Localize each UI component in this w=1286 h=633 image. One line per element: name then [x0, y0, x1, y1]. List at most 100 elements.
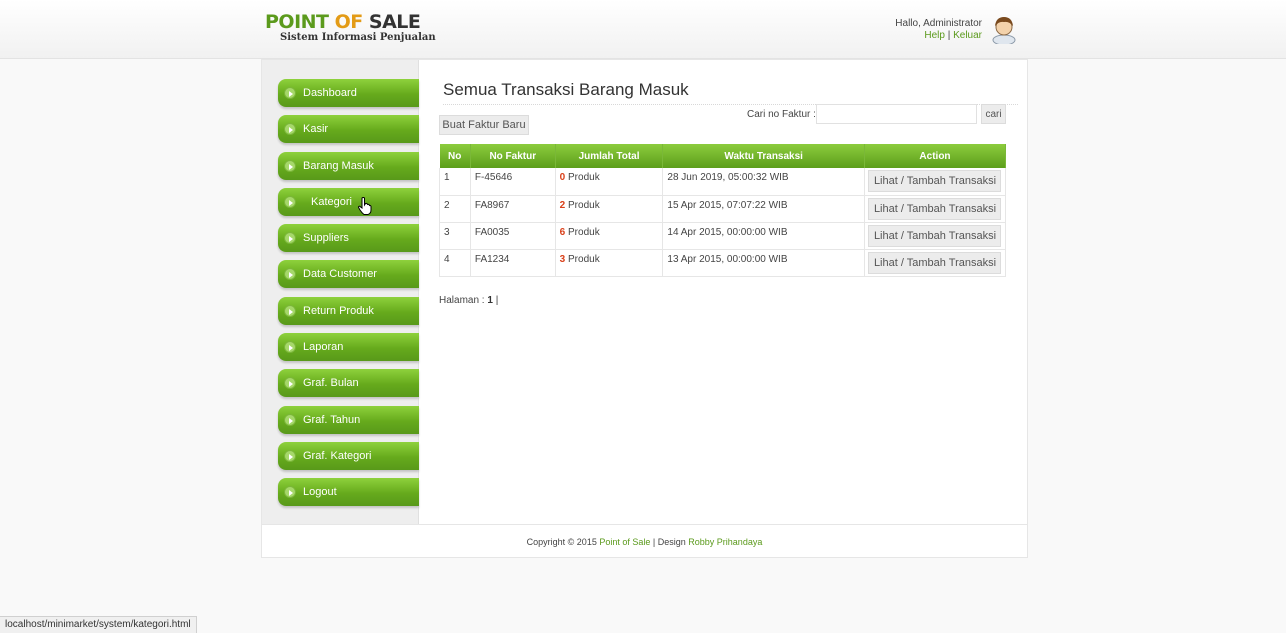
- cell-action: Lihat / Tambah Transaksi: [864, 222, 1007, 250]
- arrow-circle-icon: [284, 449, 296, 462]
- qty-value: 6: [559, 226, 566, 238]
- hand-cursor-icon: [358, 196, 372, 215]
- table-row: 4 FA1234 3 Produk 13 Apr 2015, 00:00:00 …: [439, 249, 1007, 277]
- footer-app-link[interactable]: Point of Sale: [599, 537, 650, 547]
- sidebar-item-label: Logout: [303, 486, 337, 499]
- sidebar-item-graf-bulan[interactable]: Graf. Bulan: [278, 369, 419, 398]
- logout-link[interactable]: Keluar: [953, 30, 982, 41]
- logo-subtitle: Sistem Informasi Penjualan: [280, 32, 436, 43]
- cell-action: Lihat / Tambah Transaksi: [864, 195, 1007, 223]
- sidebar-item-label: Dashboard: [303, 87, 357, 99]
- cell-action: Lihat / Tambah Transaksi: [864, 168, 1007, 196]
- help-link[interactable]: Help: [924, 30, 945, 41]
- user-avatar-icon: [992, 17, 1016, 44]
- pagination-page-current[interactable]: 1: [487, 295, 493, 306]
- view-add-transaction-button[interactable]: Lihat / Tambah Transaksi: [868, 224, 1002, 247]
- arrow-circle-icon: [284, 268, 296, 281]
- cell-waktu-transaksi: 15 Apr 2015, 07:07:22 WIB: [662, 195, 865, 223]
- view-add-transaction-button[interactable]: Lihat / Tambah Transaksi: [868, 251, 1002, 274]
- cell-waktu-transaksi: 14 Apr 2015, 00:00:00 WIB: [662, 222, 865, 250]
- column-header-action: Action: [864, 144, 1007, 168]
- table-header-row: No No Faktur Jumlah Total Waktu Transaks…: [439, 144, 1007, 168]
- sidebar-item-label: Kasir: [303, 123, 329, 136]
- sidebar-item-data-customer[interactable]: Data Customer: [278, 260, 419, 289]
- column-header-no[interactable]: No: [439, 144, 471, 168]
- new-invoice-button[interactable]: Buat Faktur Baru: [439, 115, 529, 135]
- search-input[interactable]: [816, 104, 977, 124]
- pagination-separator: |: [495, 295, 499, 306]
- cell-no: 4: [439, 249, 471, 277]
- qty-value: 3: [559, 253, 566, 265]
- footer-designer-link[interactable]: Robby Prihandaya: [688, 537, 762, 547]
- view-add-transaction-button[interactable]: Lihat / Tambah Transaksi: [868, 197, 1002, 220]
- table-row: 3 FA0035 6 Produk 14 Apr 2015, 00:00:00 …: [439, 222, 1007, 250]
- sidebar-item-suppliers[interactable]: Suppliers: [278, 224, 419, 253]
- sidebar-item-graf-tahun[interactable]: Graf. Tahun: [278, 405, 419, 434]
- footer-copyright: Copyright © 2015: [526, 537, 597, 547]
- sidebar: Dashboard Kasir Barang Masuk Kategori Su…: [262, 60, 419, 524]
- sidebar-item-label: Barang Masuk: [303, 159, 374, 172]
- cell-no-faktur: FA0035: [470, 222, 556, 250]
- sidebar-item-logout[interactable]: Logout: [278, 478, 419, 507]
- column-header-jumlah-total[interactable]: Jumlah Total: [555, 144, 664, 168]
- cell-action: Lihat / Tambah Transaksi: [864, 249, 1007, 277]
- logo-word-of: OF: [334, 11, 364, 33]
- search-button[interactable]: cari: [981, 104, 1006, 124]
- table-row: 2 FA8967 2 Produk 15 Apr 2015, 07:07:22 …: [439, 195, 1007, 223]
- sidebar-item-label: Graf. Kategori: [303, 449, 372, 462]
- qty-unit: Produk: [568, 226, 600, 238]
- sidebar-item-label: Kategori: [311, 195, 352, 208]
- footer: Copyright © 2015 Point of Sale | Design …: [262, 524, 1027, 558]
- cell-waktu-transaksi: 13 Apr 2015, 00:00:00 WIB: [662, 249, 865, 277]
- table-row: 1 F-45646 0 Produk 28 Jun 2019, 05:00:32…: [439, 168, 1007, 196]
- cell-waktu-transaksi: 28 Jun 2019, 05:00:32 WIB: [662, 168, 865, 196]
- transactions-table: No No Faktur Jumlah Total Waktu Transaks…: [439, 144, 1007, 277]
- qty-value: 2: [559, 199, 566, 211]
- sidebar-item-label: Suppliers: [303, 232, 349, 245]
- logo-word-sale: SALE: [368, 11, 421, 33]
- arrow-circle-icon: [284, 159, 296, 172]
- sidebar-item-dashboard[interactable]: Dashboard: [278, 79, 419, 107]
- arrow-circle-icon: [284, 304, 296, 317]
- column-header-waktu-transaksi[interactable]: Waktu Transaksi: [662, 144, 865, 168]
- sidebar-menu: Dashboard Kasir Barang Masuk Kategori Su…: [278, 79, 419, 515]
- arrow-circle-icon: [284, 232, 296, 245]
- search-label: Cari no Faktur :: [747, 109, 816, 120]
- pagination-label: Halaman :: [439, 295, 485, 306]
- view-add-transaction-button[interactable]: Lihat / Tambah Transaksi: [868, 170, 1002, 192]
- qty-unit: Produk: [568, 253, 600, 265]
- page-title: Semua Transaksi Barang Masuk: [443, 80, 1018, 105]
- qty-unit: Produk: [568, 199, 600, 211]
- sidebar-item-barang-masuk[interactable]: Barang Masuk: [278, 151, 419, 180]
- footer-design-label: | Design: [652, 537, 686, 547]
- link-separator: |: [947, 30, 951, 41]
- sidebar-item-label: Graf. Bulan: [303, 377, 359, 390]
- sidebar-item-graf-kategori[interactable]: Graf. Kategori: [278, 441, 419, 470]
- sidebar-item-return-produk[interactable]: Return Produk: [278, 296, 419, 325]
- greeting-text: Hallo, Administrator: [895, 18, 982, 29]
- logo-word-point: POINT: [265, 11, 329, 33]
- arrow-circle-icon: [284, 486, 296, 499]
- arrow-circle-icon: [284, 195, 296, 208]
- cell-jumlah-total: 3 Produk: [555, 249, 664, 277]
- cell-no-faktur: FA1234: [470, 249, 556, 277]
- arrow-circle-icon: [284, 341, 296, 354]
- qty-unit: Produk: [568, 172, 600, 183]
- cell-no: 3: [439, 222, 471, 250]
- cell-jumlah-total: 6 Produk: [555, 222, 664, 250]
- cell-no-faktur: F-45646: [470, 168, 556, 196]
- arrow-circle-icon: [284, 87, 296, 99]
- sidebar-item-kasir[interactable]: Kasir: [278, 115, 419, 144]
- qty-value: 0: [559, 172, 566, 183]
- sidebar-item-label: Return Produk: [303, 304, 374, 317]
- sidebar-item-laporan[interactable]: Laporan: [278, 333, 419, 362]
- cell-no: 2: [439, 195, 471, 223]
- cell-jumlah-total: 0 Produk: [555, 168, 664, 196]
- sidebar-item-kategori[interactable]: Kategori: [278, 187, 419, 216]
- content-container: Dashboard Kasir Barang Masuk Kategori Su…: [261, 59, 1028, 558]
- column-header-no-faktur[interactable]: No Faktur: [470, 144, 556, 168]
- browser-status-bar: localhost/minimarket/system/kategori.htm…: [0, 616, 197, 633]
- app-logo[interactable]: POINT OF SALE Sistem Informasi Penjualan: [265, 12, 436, 43]
- arrow-circle-icon: [284, 413, 296, 426]
- cell-no-faktur: FA8967: [470, 195, 556, 223]
